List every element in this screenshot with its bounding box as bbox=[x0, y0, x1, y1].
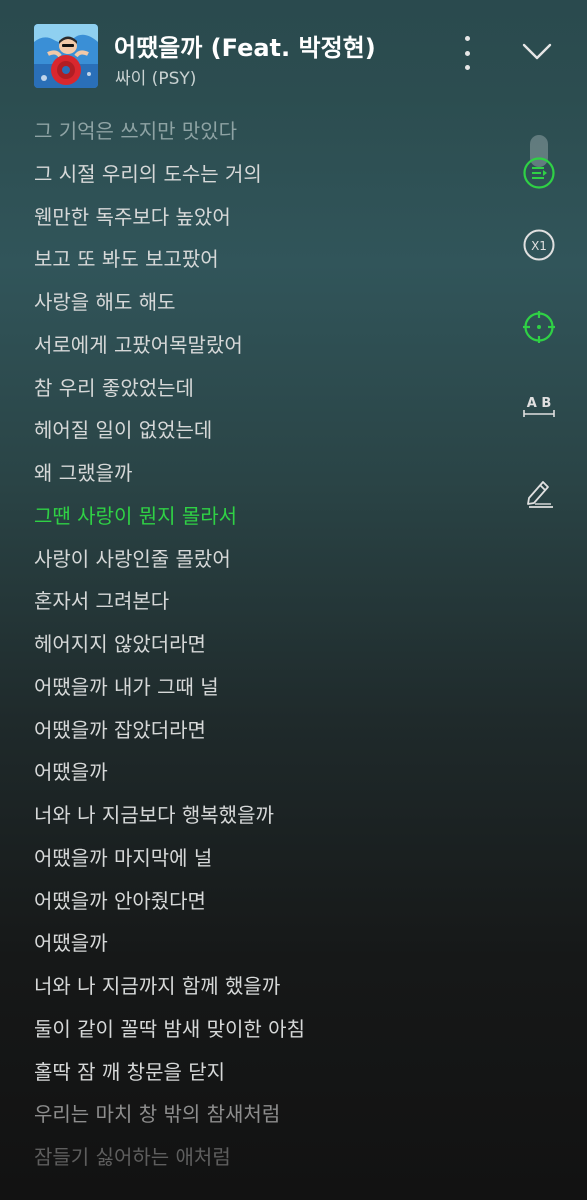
lyrics-list[interactable]: 그 기억은 쓰지만 맛있다 그 시절 우리의 도수는 거의 웬만한 독주보다 높… bbox=[34, 110, 494, 1179]
edit-lyrics-button[interactable] bbox=[514, 467, 564, 517]
add-to-playlist-button[interactable] bbox=[514, 148, 564, 198]
lyric-line[interactable]: 어땠을까 마지막에 널 bbox=[34, 837, 494, 880]
pen-icon bbox=[527, 481, 553, 508]
lyric-line[interactable]: 너와 나 지금보다 행복했을까 bbox=[34, 794, 494, 837]
lyric-line[interactable]: 홀딱 잠 깨 창문을 닫지 bbox=[34, 1051, 494, 1094]
lyric-line[interactable]: 사랑을 해도 해도 bbox=[34, 281, 494, 324]
lyric-line[interactable]: 사랑이 사랑인줄 몰랐어 bbox=[34, 538, 494, 581]
font-size-button[interactable]: A B bbox=[514, 382, 564, 432]
speed-x1-icon: X1 bbox=[523, 229, 555, 261]
lyric-line[interactable]: 헤어지지 않았더라면 bbox=[34, 623, 494, 666]
lyric-line[interactable]: 서로에게 고팠어목말랐어 bbox=[34, 324, 494, 367]
crosshair-icon bbox=[523, 311, 555, 343]
lyric-line[interactable]: 웬만한 독주보다 높았어 bbox=[34, 196, 494, 239]
lyric-line-current[interactable]: 그땐 사랑이 뭔지 몰라서 bbox=[34, 495, 494, 538]
playlist-add-icon bbox=[523, 157, 555, 189]
album-art[interactable] bbox=[34, 24, 98, 88]
more-vertical-icon bbox=[464, 36, 470, 41]
lyric-line[interactable]: 잠들기 싫어하는 애처럼 bbox=[34, 1136, 494, 1179]
collapse-button[interactable] bbox=[520, 38, 554, 64]
player-header: 어땠을까 (Feat. 박정현) 싸이 (PSY) bbox=[0, 0, 587, 110]
lyric-line[interactable]: 헤어질 일이 없었는데 bbox=[34, 409, 494, 452]
song-title: 어땠을까 (Feat. 박정현) bbox=[114, 34, 376, 62]
lyric-line[interactable]: 우리는 마치 창 밖의 참새처럼 bbox=[34, 1093, 494, 1136]
more-options-button[interactable] bbox=[455, 36, 479, 70]
font-size-icon: A B bbox=[523, 396, 555, 417]
lyric-line[interactable]: 참 우리 좋았었는데 bbox=[34, 367, 494, 410]
lyric-line[interactable]: 어땠을까 bbox=[34, 922, 494, 965]
font-size-label: A B bbox=[527, 396, 552, 411]
lyric-line[interactable]: 어땠을까 내가 그때 널 bbox=[34, 666, 494, 709]
lyric-line[interactable]: 그 시절 우리의 도수는 거의 bbox=[34, 153, 494, 196]
lyric-line[interactable]: 그 기억은 쓰지만 맛있다 bbox=[34, 110, 494, 153]
chevron-down-icon bbox=[522, 43, 552, 60]
lyric-line[interactable]: 보고 또 봐도 보고팠어 bbox=[34, 238, 494, 281]
lyric-line[interactable]: 혼자서 그려본다 bbox=[34, 580, 494, 623]
artist-name[interactable]: 싸이 (PSY) bbox=[115, 64, 196, 89]
lyric-line[interactable]: 둘이 같이 꼴딱 밤새 맞이한 아침 bbox=[34, 1008, 494, 1051]
locate-current-lyric-button[interactable] bbox=[514, 302, 564, 352]
speed-label: X1 bbox=[531, 239, 547, 253]
lyric-line[interactable]: 왜 그랬을까 bbox=[34, 452, 494, 495]
lyric-line[interactable]: 어땠을까 bbox=[34, 751, 494, 794]
lyric-line[interactable]: 어땠을까 잡았더라면 bbox=[34, 709, 494, 752]
lyric-line[interactable]: 너와 나 지금까지 함께 했을까 bbox=[34, 965, 494, 1008]
lyric-line[interactable]: 어땠을까 안아줬다면 bbox=[34, 880, 494, 923]
speed-button[interactable]: X1 bbox=[514, 220, 564, 270]
